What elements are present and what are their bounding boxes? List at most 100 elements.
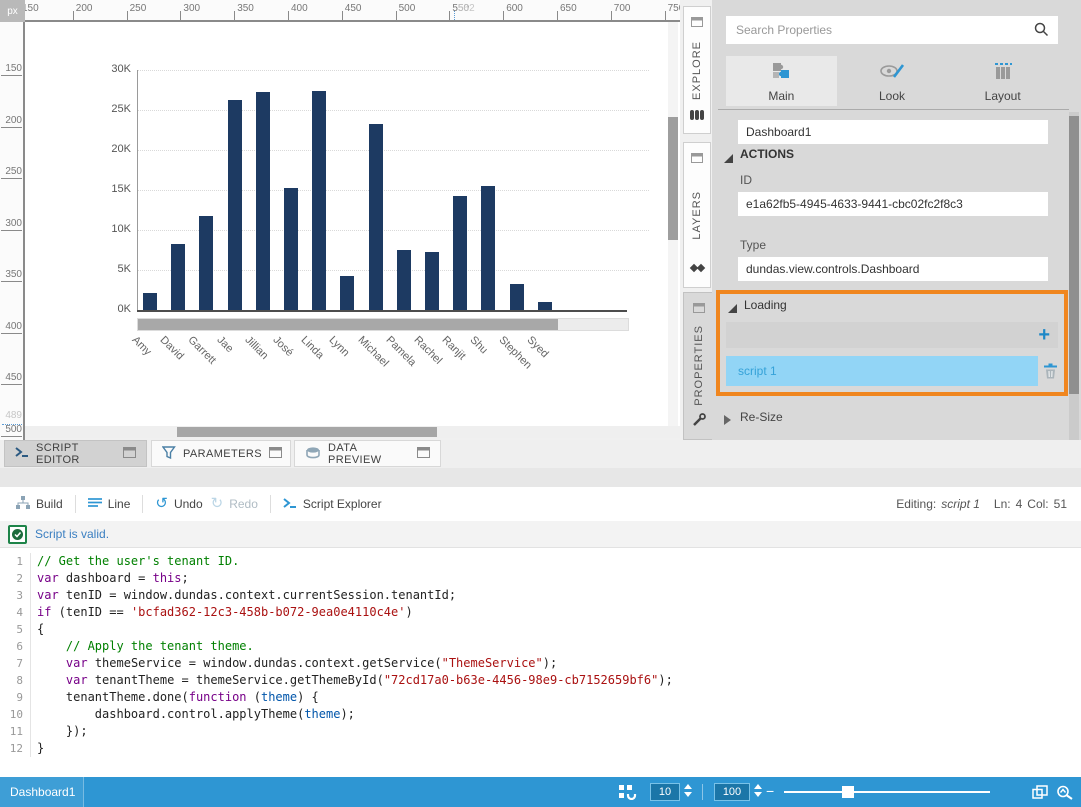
ruler-tick: [180, 11, 181, 20]
code-token: "ThemeService": [442, 656, 543, 670]
code-token: // Get the user's tenant ID.: [37, 554, 239, 568]
zoom-slider-handle[interactable]: [842, 786, 854, 798]
script-explorer-button[interactable]: Script Explorer: [283, 497, 382, 512]
script-item-row[interactable]: script 1: [726, 356, 1038, 386]
build-button[interactable]: Build: [16, 496, 63, 512]
ruler-tick-label: 650: [560, 3, 577, 14]
step-down-icon[interactable]: [754, 792, 762, 797]
wrench-icon: [692, 413, 706, 432]
chart-category-label: Linda: [299, 334, 327, 362]
chart-bar: [256, 92, 270, 310]
line-number: 7: [0, 655, 28, 672]
line-button[interactable]: Line: [88, 497, 131, 511]
step-up-icon[interactable]: [754, 784, 762, 789]
chart-gridline: [137, 110, 649, 111]
undo-button[interactable]: ↺ Undo: [155, 497, 202, 511]
loading-section-header[interactable]: Loading: [744, 298, 787, 312]
validation-message: Script is valid.: [35, 527, 109, 541]
dashboard-title-tab[interactable]: Dashboard1: [0, 777, 84, 807]
divider: [702, 784, 703, 800]
element-name-field[interactable]: Dashboard1: [738, 120, 1048, 144]
cursor-position-line: [454, 11, 455, 20]
code-line: });: [37, 723, 1081, 740]
zoom-out-icon[interactable]: −: [766, 783, 774, 799]
tab-main[interactable]: Main: [726, 56, 837, 106]
code-token: tenID = window.dundas.context.currentSes…: [59, 588, 456, 602]
code-token: this: [153, 571, 182, 585]
line-number: 9: [0, 689, 28, 706]
side-tab-properties[interactable]: PROPERTIES: [683, 292, 713, 440]
collapse-triangle-icon[interactable]: [724, 150, 733, 168]
canvas-vertical-scrollbar[interactable]: [668, 22, 678, 426]
code-token: "72cd17a0-b63e-4456-98e9-cb7152659bf6": [384, 673, 659, 687]
tab-data-preview[interactable]: DATA PREVIEW: [294, 440, 441, 467]
zoom-percent-field[interactable]: 100: [714, 783, 750, 801]
ruler-tick-label: 200: [1, 115, 22, 128]
redo-button[interactable]: ↻ Redo: [211, 497, 258, 511]
step-down-icon[interactable]: [684, 792, 692, 797]
type-label: Type: [740, 238, 766, 252]
dashboard-canvas[interactable]: 0K5K10K15K20K25K30KAmyDavidGarrettJaeJil…: [25, 22, 680, 426]
code-line: if (tenID == 'bcfad362-12c3-458b-b072-9e…: [37, 604, 1081, 621]
new-script-row[interactable]: +: [726, 322, 1058, 348]
code-token: theme: [261, 690, 297, 704]
undo-label: Undo: [174, 497, 203, 511]
ruler-tick-label: 400: [291, 3, 308, 14]
collapse-triangle-icon[interactable]: [728, 300, 737, 318]
chart-y-tick-label: 15K: [97, 183, 131, 195]
expand-triangle-icon[interactable]: [724, 412, 731, 430]
canvas-horizontal-scrollbar[interactable]: [25, 426, 680, 438]
code-token: var: [37, 571, 59, 585]
step-up-icon[interactable]: [684, 784, 692, 789]
snap-grid-icon[interactable]: [618, 784, 640, 805]
zoom-fit-icon[interactable]: [1056, 785, 1074, 805]
fit-window-icon[interactable]: [1032, 785, 1048, 804]
canvas-vertical-scrollbar-thumb[interactable]: [668, 117, 678, 240]
side-tab-layers[interactable]: LAYERS: [683, 142, 711, 288]
window-icon: [693, 300, 705, 318]
code-line: var themeService = window.dundas.context…: [37, 655, 1081, 672]
type-field[interactable]: dundas.view.controls.Dashboard: [738, 257, 1048, 281]
zoom-slider-track[interactable]: [784, 791, 990, 793]
resize-section-header[interactable]: Re-Size: [740, 410, 783, 424]
chart-category-scrollbar-thumb[interactable]: [138, 319, 558, 330]
code-token: ) {: [297, 690, 319, 704]
loading-highlight-box: Loading + script 1: [716, 290, 1068, 396]
ruler-tick: [127, 11, 128, 20]
chart-gridline: [137, 230, 649, 231]
tab-layout[interactable]: Layout: [947, 56, 1058, 106]
panel-scrollbar-thumb[interactable]: [1069, 116, 1079, 394]
chart-bar: [538, 302, 552, 310]
script-item-label: script 1: [738, 364, 777, 378]
side-tab-explore[interactable]: EXPLORE: [683, 6, 711, 134]
line-number: 1: [0, 553, 28, 570]
tab-parameters-label: PARAMETERS: [183, 448, 262, 460]
search-properties-input[interactable]: [726, 16, 1058, 44]
tab-look[interactable]: Look: [837, 56, 948, 106]
code-token: var: [37, 588, 59, 602]
chart-category-label: Garrett: [186, 334, 219, 367]
code-lines[interactable]: // Get the user's tenant ID.var dashboar…: [30, 553, 1081, 757]
code-line: }: [37, 740, 1081, 757]
grid-size-field[interactable]: 10: [650, 783, 680, 801]
canvas-horizontal-scrollbar-thumb[interactable]: [177, 427, 437, 437]
delete-script-icon[interactable]: [1043, 363, 1058, 384]
tab-parameters[interactable]: PARAMETERS: [151, 440, 291, 467]
build-label: Build: [36, 497, 63, 511]
zoom-stepper[interactable]: [754, 784, 763, 800]
grid-size-stepper[interactable]: [684, 784, 693, 800]
tab-script-editor[interactable]: SCRIPT EDITOR: [4, 440, 147, 467]
lines-icon: [88, 497, 102, 511]
code-editor[interactable]: 123456789101112 // Get the user's tenant…: [0, 548, 1081, 777]
ruler-tick-label: 700: [614, 3, 631, 14]
line-number: 4: [0, 604, 28, 621]
id-field[interactable]: e1a62fb5-4945-4633-9441-cbc02fc2f8c3: [738, 192, 1048, 216]
chart-category-scrollbar[interactable]: [137, 318, 629, 331]
ruler-tick-label: 250: [130, 3, 147, 14]
code-token: [37, 656, 66, 670]
actions-section-header[interactable]: ACTIONS: [740, 147, 794, 161]
window-icon: [691, 14, 703, 32]
bar-chart[interactable]: 0K5K10K15K20K25K30KAmyDavidGarrettJaeJil…: [25, 22, 680, 426]
add-script-button[interactable]: +: [1038, 322, 1050, 348]
panel-scrollbar[interactable]: [1069, 112, 1079, 440]
